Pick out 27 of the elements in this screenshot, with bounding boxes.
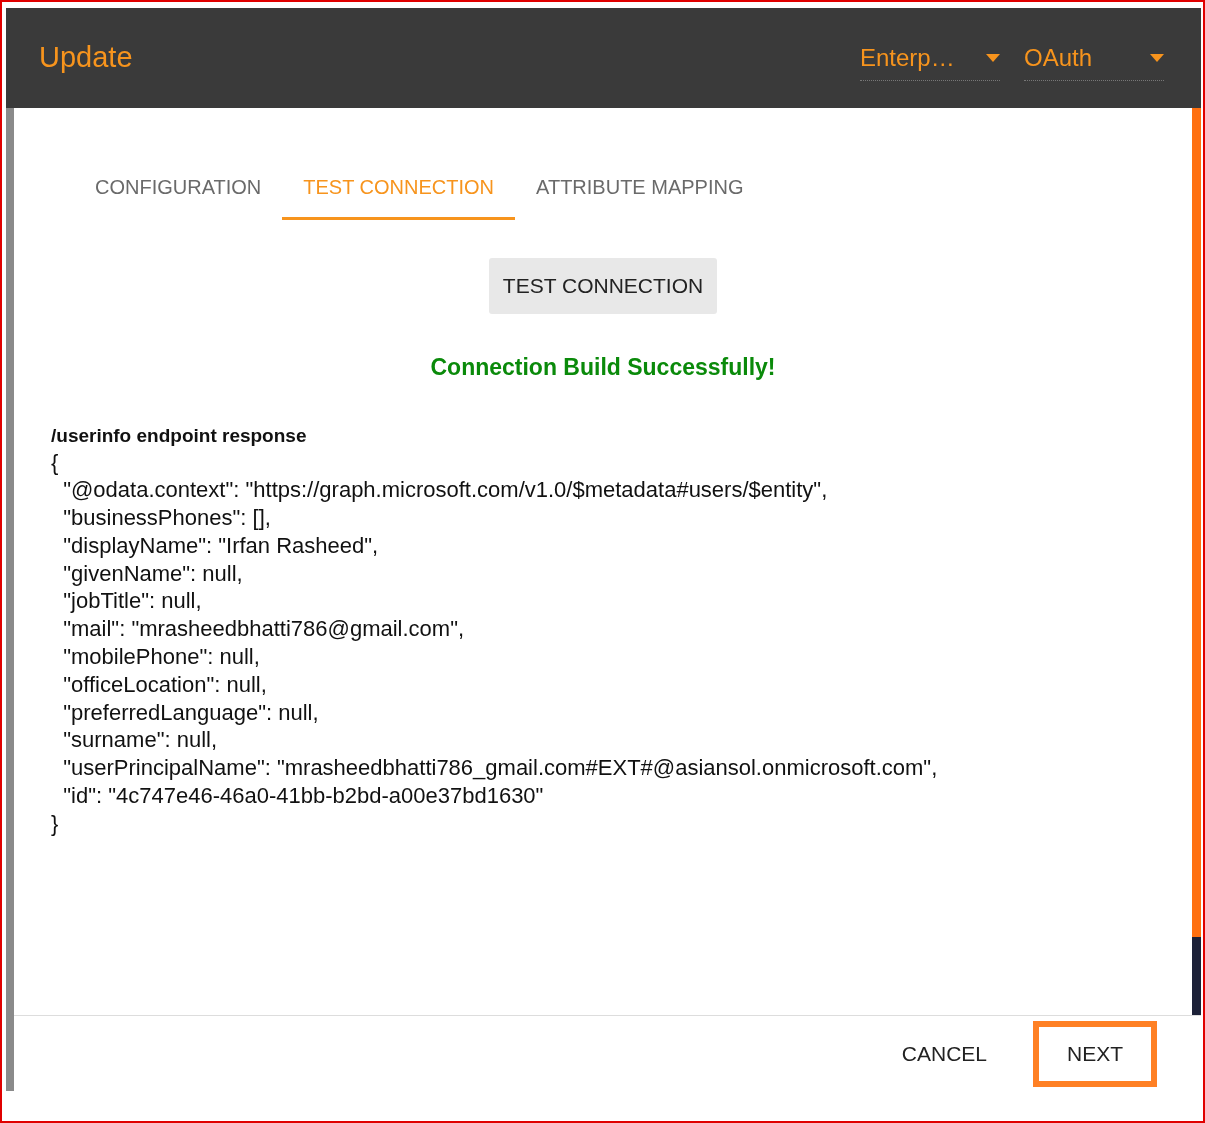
caret-icon [986, 53, 1000, 62]
response-line: "mail": "mrasheedbhatti786@gmail.com", [62, 615, 466, 644]
test-connection-button[interactable]: TEST CONNECTION [488, 258, 718, 314]
dropdown[interactable]: OAuth [1024, 35, 1164, 81]
success-message: Connection Build Successfully! [430, 353, 776, 382]
response-line: "surname": null, [62, 726, 219, 755]
dropdown[interactable]: Enterp… [860, 35, 1000, 81]
response-line: } [51, 809, 60, 838]
tab[interactable]: CONFIGURATION [74, 156, 283, 220]
response-line: { [51, 448, 60, 477]
response-line: "displayName": "Irfan Rasheed", [62, 531, 380, 560]
response-line: "id": "4c747e46-46a0-41bb-b2bd-a00e37bd1630" [62, 782, 545, 810]
caret-icon [1150, 53, 1164, 62]
response-line: "userPrincipalName": "mrasheedbhatti786_gmail.com#EXT#@asiansol.onmicrosoft.com", [62, 754, 939, 783]
response-line: "mobilePhone": null, [62, 643, 261, 671]
response-line: "businessPhones": [], [62, 504, 272, 532]
response-heading: /userinfo endpoint response [51, 423, 308, 448]
scrollbar-thumb[interactable] [1192, 108, 1201, 937]
dialog-title: Update [39, 40, 133, 76]
response-line: "preferredLanguage": null, [62, 698, 320, 727]
response-line: "jobTitle": null, [62, 587, 203, 616]
response-line: "officeLocation": null, [62, 670, 268, 699]
cancel-button[interactable]: CANCEL [899, 1020, 989, 1087]
response-line: "@odata.context": "https://graph.microsoft.com/v1.0/$metadata#users/$entity", [62, 476, 829, 505]
tab[interactable]: ATTRIBUTE MAPPING [515, 156, 765, 220]
next-button[interactable]: NEXT [1033, 1020, 1157, 1087]
response-line: "givenName": null, [62, 559, 244, 588]
